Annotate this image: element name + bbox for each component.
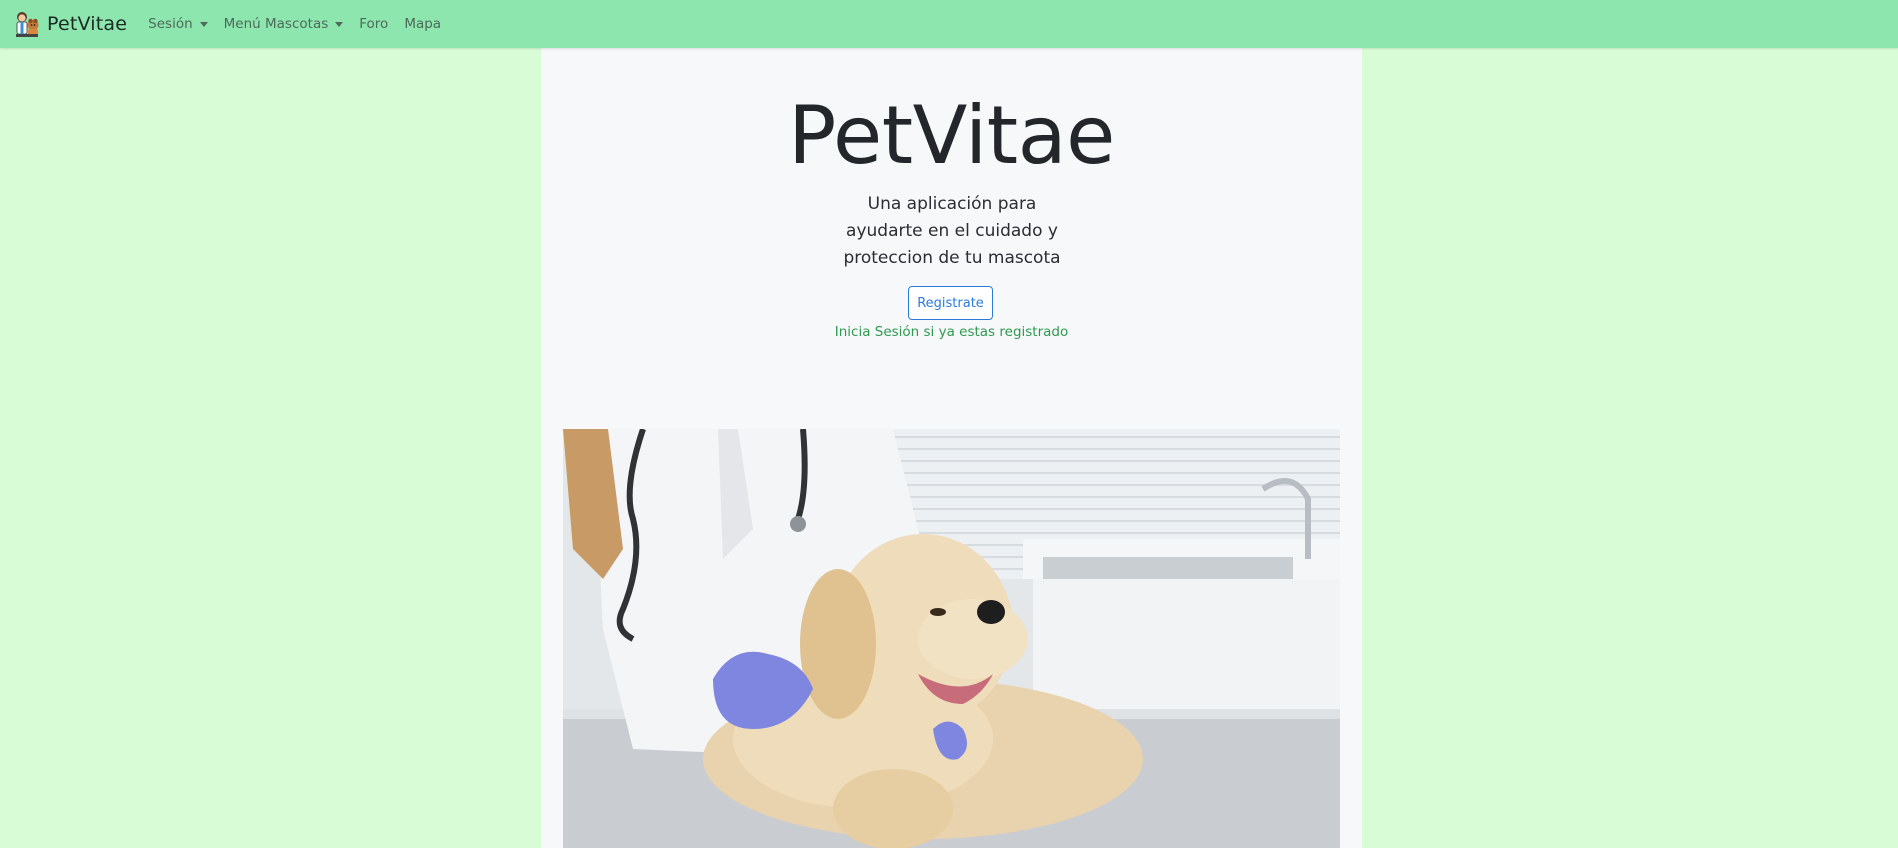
veterinarian-with-puppy-photo bbox=[563, 429, 1340, 848]
nav-item-menu-mascotas[interactable]: Menú Mascotas bbox=[216, 0, 352, 48]
nav-item-foro[interactable]: Foro bbox=[351, 0, 396, 48]
brand-name: PetVitae bbox=[47, 13, 128, 35]
nav-item-mapa[interactable]: Mapa bbox=[396, 0, 449, 48]
nav-item-sesion[interactable]: Sesión bbox=[140, 0, 215, 48]
caret-down-icon bbox=[335, 22, 344, 27]
nav-item-label: Menú Mascotas bbox=[223, 16, 329, 32]
main-content: PetVitae Una aplicación para ayudarte en… bbox=[541, 48, 1362, 848]
nav-item-label: Sesión bbox=[148, 16, 193, 32]
register-button[interactable]: Registrate bbox=[908, 286, 993, 320]
caret-down-icon bbox=[199, 22, 208, 27]
pet-doctor-logo-icon bbox=[16, 12, 39, 37]
hero-title: PetVitae bbox=[788, 89, 1115, 182]
top-navbar: PetVitae Sesión Menú Mascotas Foro Mapa bbox=[0, 0, 1898, 48]
brand-link[interactable]: PetVitae bbox=[14, 10, 127, 38]
nav-menu: Sesión Menú Mascotas Foro Mapa bbox=[140, 0, 449, 48]
hero-subtitle: Una aplicación para ayudarte en el cuida… bbox=[843, 194, 1061, 268]
nav-item-label: Mapa bbox=[404, 16, 442, 32]
vet-puppy-illustration bbox=[563, 429, 1340, 848]
nav-item-label: Foro bbox=[359, 16, 389, 32]
login-link[interactable]: Inicia Sesión si ya estas registrado bbox=[541, 324, 1362, 340]
